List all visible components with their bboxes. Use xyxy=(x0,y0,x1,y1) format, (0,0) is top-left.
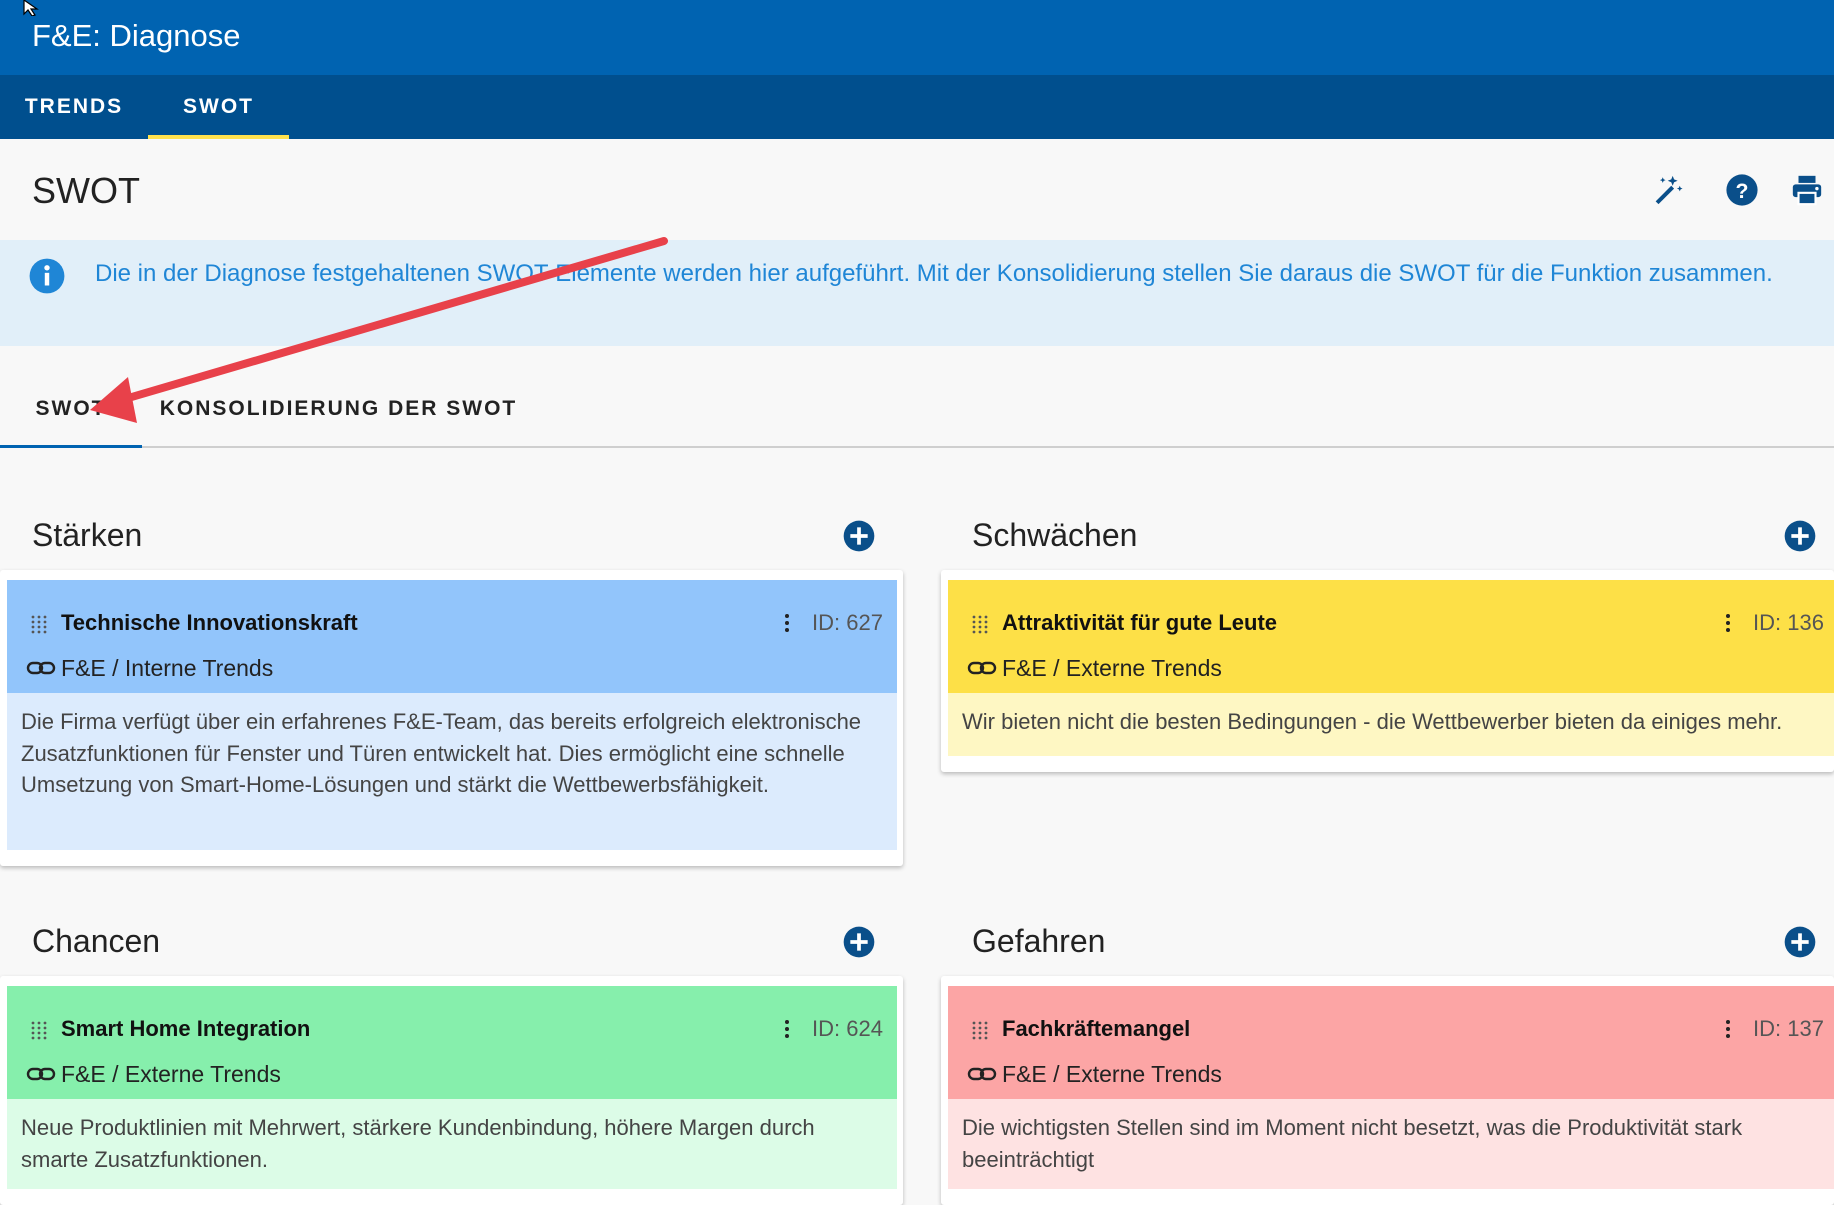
add-schwaeche-button[interactable] xyxy=(1784,520,1816,552)
swot-card-chance[interactable]: Smart Home Integration ID: 624 F&E / Ext… xyxy=(7,986,897,1189)
swot-card-staerke[interactable]: Technische Innovationskraft ID: 627 F&E … xyxy=(7,580,897,850)
app-title: F&E: Diagnose xyxy=(32,18,241,53)
add-staerke-button[interactable] xyxy=(843,520,875,552)
card-header: Technische Innovationskraft ID: 627 F&E … xyxy=(7,580,897,693)
card-title: Fachkräftemangel xyxy=(1002,1016,1191,1041)
card-body: Neue Produktlinien mit Mehrwert, stärker… xyxy=(7,1099,897,1189)
info-text: Die in der Diagnose festgehaltenen SWOT-… xyxy=(95,260,1773,287)
link-icon xyxy=(26,661,56,675)
card-link[interactable]: F&E / Externe Trends xyxy=(61,1061,281,1088)
card-title: Attraktivität für gute Leute xyxy=(1002,610,1278,635)
tab-trends[interactable]: TRENDS xyxy=(0,75,148,139)
card-body: Die wichtigsten Stellen sind im Moment n… xyxy=(948,1099,1834,1189)
more-vert-icon[interactable] xyxy=(1718,612,1738,634)
subtab-swot[interactable]: SWOT xyxy=(0,370,142,448)
section-title-chancen: Chancen xyxy=(32,923,161,959)
card-id: ID: 627 xyxy=(812,610,883,635)
svg-text:?: ? xyxy=(1736,179,1749,203)
card-id: ID: 136 xyxy=(1753,610,1824,635)
card-header: Fachkräftemangel ID: 137 F&E / Externe T… xyxy=(948,986,1834,1099)
more-vert-icon[interactable] xyxy=(777,612,797,634)
card-description: Neue Produktlinien mit Mehrwert, stärker… xyxy=(21,1115,815,1172)
print-icon[interactable] xyxy=(1790,173,1824,207)
card-title: Smart Home Integration xyxy=(61,1016,311,1041)
drag-handle-icon[interactable] xyxy=(29,614,49,634)
gefahren-panel: Fachkräftemangel ID: 137 F&E / Externe T… xyxy=(941,976,1834,1205)
schwaechen-panel: Attraktivität für gute Leute ID: 136 F&E… xyxy=(941,570,1834,772)
app-bar: F&E: Diagnose xyxy=(0,0,1834,75)
more-vert-icon[interactable] xyxy=(1718,1018,1738,1040)
card-body: Die Firma verfügt über ein erfahrenes F&… xyxy=(7,693,897,850)
more-vert-icon[interactable] xyxy=(777,1018,797,1040)
card-header: Attraktivität für gute Leute ID: 136 F&E… xyxy=(948,580,1834,693)
card-id: ID: 624 xyxy=(812,1016,883,1041)
page-title: SWOT xyxy=(32,170,140,211)
section-title-gefahren: Gefahren xyxy=(972,923,1106,959)
add-chance-button[interactable] xyxy=(843,926,875,958)
main-tab-bar: TRENDS SWOT xyxy=(0,75,1834,139)
card-id: ID: 137 xyxy=(1753,1016,1824,1041)
section-title-staerken: Stärken xyxy=(32,517,143,553)
card-description: Die wichtigsten Stellen sind im Moment n… xyxy=(962,1115,1743,1172)
link-icon xyxy=(967,661,997,675)
link-icon xyxy=(26,1067,56,1081)
help-icon[interactable]: ? xyxy=(1725,173,1759,207)
staerken-panel: Technische Innovationskraft ID: 627 F&E … xyxy=(0,570,903,866)
mouse-cursor-icon xyxy=(23,0,39,16)
card-link[interactable]: F&E / Externe Trends xyxy=(1002,1061,1222,1088)
swot-card-schwaeche[interactable]: Attraktivität für gute Leute ID: 136 F&E… xyxy=(948,580,1834,756)
swot-card-gefahr[interactable]: Fachkräftemangel ID: 137 F&E / Externe T… xyxy=(948,986,1834,1189)
chancen-panel: Smart Home Integration ID: 624 F&E / Ext… xyxy=(0,976,903,1205)
info-icon xyxy=(29,258,65,294)
card-header: Smart Home Integration ID: 624 F&E / Ext… xyxy=(7,986,897,1099)
card-description: Wir bieten nicht die besten Bedingungen … xyxy=(962,709,1783,734)
tab-swot[interactable]: SWOT xyxy=(148,75,289,139)
drag-handle-icon[interactable] xyxy=(970,614,990,634)
card-body: Wir bieten nicht die besten Bedingungen … xyxy=(948,693,1834,756)
card-link[interactable]: F&E / Interne Trends xyxy=(61,655,273,682)
subtab-konsolidierung[interactable]: KONSOLIDIERUNG DER SWOT xyxy=(142,370,535,446)
section-title-schwaechen: Schwächen xyxy=(972,517,1138,553)
drag-handle-icon[interactable] xyxy=(970,1020,990,1040)
sub-tab-bar: SWOT KONSOLIDIERUNG DER SWOT xyxy=(0,370,1834,448)
link-icon xyxy=(967,1067,997,1081)
drag-handle-icon[interactable] xyxy=(29,1020,49,1040)
card-link[interactable]: F&E / Externe Trends xyxy=(1002,655,1222,682)
card-description: Die Firma verfügt über ein erfahrenes F&… xyxy=(21,709,862,797)
add-gefahr-button[interactable] xyxy=(1784,926,1816,958)
magic-wand-icon[interactable] xyxy=(1650,173,1684,207)
card-title: Technische Innovationskraft xyxy=(61,610,358,635)
